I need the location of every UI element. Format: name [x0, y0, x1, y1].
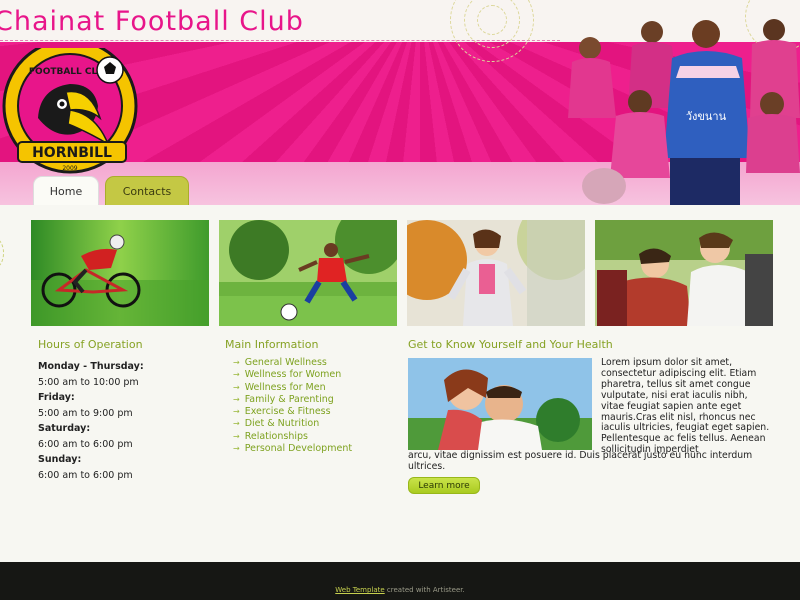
jersey-text: วังขนาน	[686, 110, 727, 123]
logo-bottom-text: HORNBILL	[32, 145, 112, 161]
tab-home[interactable]: Home	[33, 176, 99, 205]
arrow-right-icon: →	[233, 431, 240, 441]
photo-cyclist	[31, 220, 209, 326]
arrow-right-icon: →	[233, 370, 240, 380]
main-info-list: → General Wellness → Wellness for Women → W…	[233, 357, 352, 455]
hours-time: 6:00 am to 6:00 pm	[38, 438, 133, 450]
know-title: Get to Know Yourself and Your Health	[408, 338, 613, 351]
hours-day: Monday - Thursday:	[38, 361, 144, 372]
footer-credit: Web Template created with Artisteer.	[0, 586, 800, 594]
hours-time: 5:00 am to 9:00 pm	[38, 407, 133, 419]
club-logo[interactable]: FOOTBALL CLUB HORNBILL 2009	[0, 38, 140, 174]
hours-day: Friday:	[38, 392, 75, 403]
know-section: Get to Know Yourself and Your Health Lor…	[408, 338, 778, 508]
photo-strip	[31, 220, 773, 326]
list-item[interactable]: → Diet & Nutrition	[233, 418, 352, 430]
hours-title: Hours of Operation	[38, 338, 143, 351]
hours-time: 5:00 am to 10:00 pm	[38, 376, 139, 388]
list-item[interactable]: → Exercise & Fitness	[233, 406, 352, 418]
learn-more-button[interactable]: Learn more	[408, 477, 480, 494]
photo-jogger	[407, 220, 585, 326]
site-title[interactable]: Chainat Football Club	[0, 6, 304, 37]
arrow-right-icon: →	[233, 444, 240, 454]
list-item[interactable]: → Wellness for Women	[233, 369, 352, 381]
main-info-section: Main Information → General Wellness → Well…	[225, 338, 352, 455]
arrow-right-icon: →	[233, 419, 240, 429]
logo-year: 2009	[62, 165, 77, 172]
list-item[interactable]: → Wellness for Men	[233, 382, 352, 394]
site-footer: Web Template created with Artisteer.	[0, 562, 800, 600]
team-players-image: วังขนาน	[560, 8, 800, 205]
web-template-link[interactable]: Web Template	[335, 586, 384, 594]
hours-time: 6:00 am to 6:00 pm	[38, 469, 133, 481]
site-header: Chainat Football Club FOOTBALL CLUB HORN…	[0, 0, 800, 205]
footer-credit-text: created with Artisteer.	[384, 586, 465, 594]
photo-soccer-kid	[219, 220, 397, 326]
hours-day: Saturday:	[38, 423, 91, 434]
know-text-side: Lorem ipsum dolor sit amet, consectetur …	[601, 357, 770, 456]
hours-day: Sunday:	[38, 454, 82, 465]
arrow-right-icon: →	[233, 358, 240, 367]
arrow-right-icon: →	[233, 394, 240, 404]
know-text-bottom: arcu, vitae dignissim est posuere id. Du…	[408, 450, 753, 472]
arrow-right-icon: →	[233, 407, 240, 417]
decor-arc	[0, 238, 4, 268]
list-item[interactable]: → Family & Parenting	[233, 394, 352, 406]
decor-ring	[477, 5, 507, 35]
arrow-right-icon: →	[233, 382, 240, 392]
photo-hikers	[595, 220, 773, 326]
list-item[interactable]: → Relationships	[233, 431, 352, 443]
hours-section: Hours of Operation Monday - Thursday: 5:…	[38, 338, 144, 483]
list-item[interactable]: → Personal Development	[233, 443, 352, 455]
tab-contacts[interactable]: Contacts	[105, 176, 189, 205]
couple-image	[408, 358, 592, 450]
main-info-title: Main Information	[225, 338, 319, 351]
main-nav: Home Contacts	[33, 176, 189, 205]
list-item[interactable]: → General Wellness	[233, 357, 352, 369]
